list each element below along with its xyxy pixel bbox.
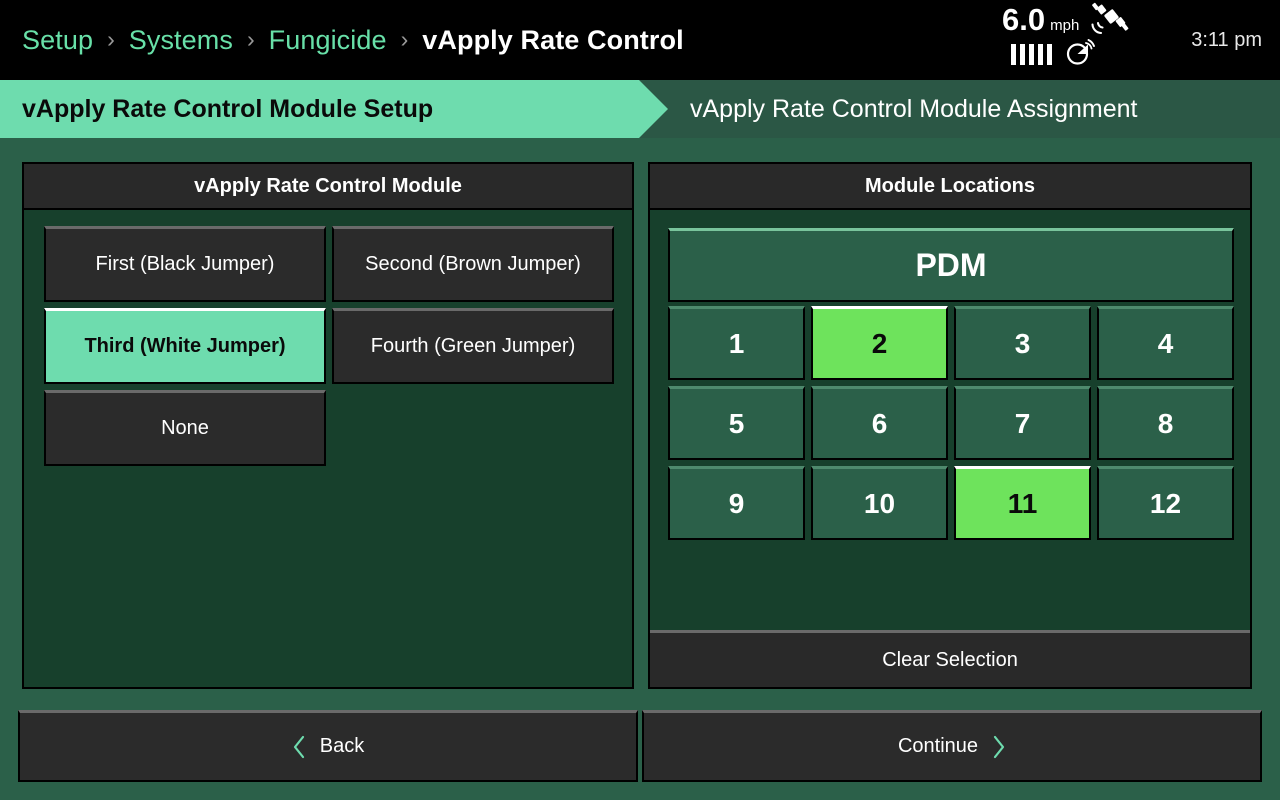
module-location-8[interactable]: 8 xyxy=(1097,386,1234,460)
module-label: 8 xyxy=(1157,407,1174,439)
option-none[interactable]: None xyxy=(44,390,326,466)
breadcrumb-separator-icon: › xyxy=(400,25,409,52)
chevron-left-icon xyxy=(292,735,306,759)
option-label: First (Black Jumper) xyxy=(95,253,275,275)
option-first-black-jumper[interactable]: First (Black Jumper) xyxy=(44,226,326,302)
jumper-option-row: First (Black Jumper) Second (Brown Jumpe… xyxy=(44,226,614,302)
module-location-7[interactable]: 7 xyxy=(954,386,1091,460)
module-location-9[interactable]: 9 xyxy=(668,466,805,540)
module-label: 11 xyxy=(1007,487,1038,519)
module-location-5[interactable]: 5 xyxy=(668,386,805,460)
left-panel-header: vApply Rate Control Module xyxy=(24,164,632,210)
module-row: 9 10 11 12 xyxy=(668,466,1234,540)
speed-value: 6.0 xyxy=(1002,2,1046,37)
gps-satellite-icon xyxy=(1087,2,1129,36)
module-row: 5 6 7 8 xyxy=(668,386,1234,460)
module-label: 7 xyxy=(1014,407,1031,439)
tab-module-assignment-label: vApply Rate Control Module Assignment xyxy=(690,94,1138,123)
panel-module-locations: Module Locations PDM 1 2 3 4 5 6 7 8 9 1… xyxy=(648,162,1252,689)
speed-unit: mph xyxy=(1050,17,1080,34)
module-label: 12 xyxy=(1149,487,1182,519)
breadcrumb-item-setup[interactable]: Setup xyxy=(22,25,93,56)
signal-bar xyxy=(1047,44,1052,65)
breadcrumb-separator-icon: › xyxy=(246,25,255,52)
bottom-navigation: Back Continue xyxy=(18,710,1262,782)
module-label: 10 xyxy=(863,487,896,519)
breadcrumb-item-current: vApply Rate Control xyxy=(422,24,684,55)
chevron-right-icon xyxy=(992,735,1006,759)
module-location-10[interactable]: 10 xyxy=(811,466,948,540)
clock: 3:11 pm xyxy=(1191,28,1262,51)
option-label: Third (White Jumper) xyxy=(84,335,286,357)
module-location-pdm[interactable]: PDM xyxy=(668,228,1234,302)
speed-readout: 6.0 mph xyxy=(1002,4,1079,35)
module-location-1[interactable]: 1 xyxy=(668,306,805,380)
clear-selection-label: Clear Selection xyxy=(882,648,1018,671)
breadcrumb-item-systems[interactable]: Systems xyxy=(129,25,233,56)
panel-vapply-rate-control-module: vApply Rate Control Module First (Black … xyxy=(22,162,634,689)
main-content: vApply Rate Control Module First (Black … xyxy=(0,138,1280,800)
signal-bar xyxy=(1038,44,1043,65)
back-button-label: Back xyxy=(319,735,365,757)
module-row: 1 2 3 4 xyxy=(668,306,1234,380)
module-label: 1 xyxy=(728,327,745,359)
back-button[interactable]: Back xyxy=(18,710,638,782)
module-location-grid: 1 2 3 4 5 6 7 8 9 10 11 12 xyxy=(668,306,1234,546)
left-panel-title: vApply Rate Control Module xyxy=(194,174,462,197)
continue-button-label: Continue xyxy=(897,735,979,757)
jumper-option-row: Third (White Jumper) Fourth (Green Jumpe… xyxy=(44,308,614,384)
right-panel-header: Module Locations xyxy=(650,164,1250,210)
signal-bar xyxy=(1020,44,1025,65)
status-indicators: 6.0 mph 3:11 pm xyxy=(980,0,1280,80)
module-label: 5 xyxy=(728,407,745,439)
module-location-4[interactable]: 4 xyxy=(1097,306,1234,380)
breadcrumb: Setup › Systems › Fungicide › vApply Rat… xyxy=(22,0,684,80)
right-panel-title: Module Locations xyxy=(865,174,1035,197)
option-label: Second (Brown Jumper) xyxy=(365,253,581,275)
signal-strength-bars xyxy=(1011,41,1052,65)
tab-module-setup[interactable]: vApply Rate Control Module Setup xyxy=(0,80,668,138)
option-second-brown-jumper[interactable]: Second (Brown Jumper) xyxy=(332,226,614,302)
pdm-label: PDM xyxy=(915,247,987,283)
module-location-11[interactable]: 11 xyxy=(954,466,1091,540)
satellite-dish-icon xyxy=(1065,38,1095,66)
continue-button[interactable]: Continue xyxy=(642,710,1262,782)
module-location-6[interactable]: 6 xyxy=(811,386,948,460)
option-label: Fourth (Green Jumper) xyxy=(370,335,576,357)
breadcrumb-item-fungicide[interactable]: Fungicide xyxy=(269,25,387,56)
jumper-option-row: None xyxy=(44,390,614,466)
tab-strip: vApply Rate Control Module Setup vApply … xyxy=(0,80,1280,138)
jumper-option-grid: First (Black Jumper) Second (Brown Jumpe… xyxy=(44,226,614,472)
option-fourth-green-jumper[interactable]: Fourth (Green Jumper) xyxy=(332,308,614,384)
module-label: 6 xyxy=(871,407,888,439)
option-label: None xyxy=(161,417,209,439)
module-location-12[interactable]: 12 xyxy=(1097,466,1234,540)
signal-bar xyxy=(1011,44,1016,65)
module-label: 3 xyxy=(1014,327,1031,359)
tab-module-setup-label: vApply Rate Control Module Setup xyxy=(22,94,434,123)
module-label: 9 xyxy=(728,487,745,519)
signal-bar xyxy=(1029,44,1034,65)
module-label: 4 xyxy=(1157,327,1174,359)
module-label: 2 xyxy=(871,327,888,359)
module-location-3[interactable]: 3 xyxy=(954,306,1091,380)
breadcrumb-separator-icon: › xyxy=(107,25,115,52)
option-third-white-jumper[interactable]: Third (White Jumper) xyxy=(44,308,326,384)
clear-selection-button[interactable]: Clear Selection xyxy=(650,630,1250,687)
status-bar: Setup › Systems › Fungicide › vApply Rat… xyxy=(0,0,1280,80)
tab-module-assignment[interactable]: vApply Rate Control Module Assignment xyxy=(690,80,1137,138)
module-location-2[interactable]: 2 xyxy=(811,306,948,380)
